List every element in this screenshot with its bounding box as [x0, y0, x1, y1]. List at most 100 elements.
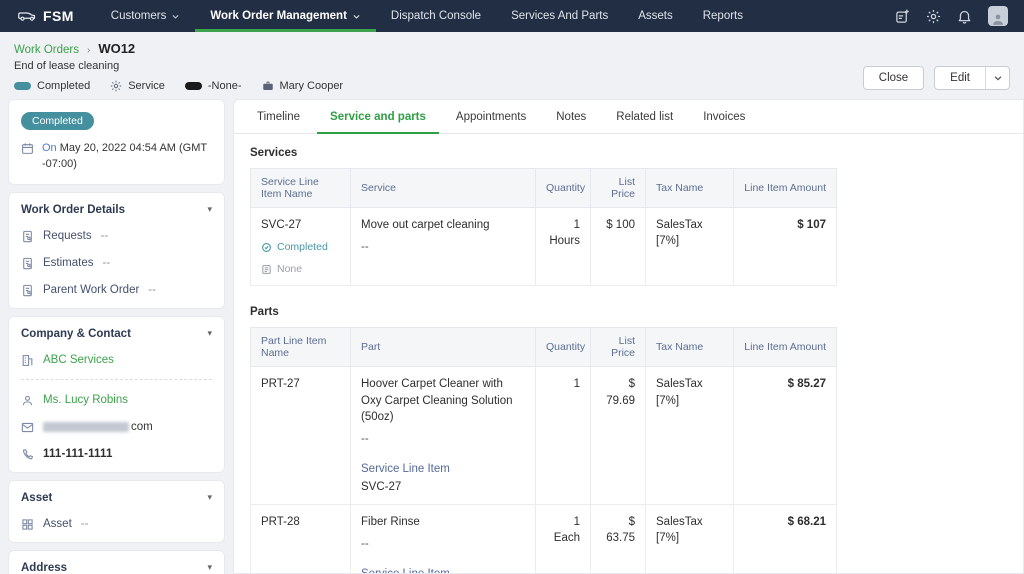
document-icon — [23, 284, 32, 297]
owner-chip-label: Mary Cooper — [279, 80, 344, 92]
collapse-caret-icon[interactable]: ▾ — [207, 493, 212, 502]
service-line-item-name: SVC-27 — [261, 219, 302, 231]
service-line-item-label: Service Line Item — [361, 462, 450, 475]
status-card: Completed On May 20, 2022 04:54 AM (GMT … — [8, 99, 225, 185]
priority-swatch — [184, 82, 202, 90]
app-logo[interactable]: FSM — [10, 8, 82, 24]
scheduled-time-row: On May 20, 2022 04:54 AM (GMT -07:00) — [21, 141, 212, 173]
calendar-icon — [22, 143, 33, 154]
collapse-caret-icon[interactable]: ▾ — [207, 563, 212, 572]
service-note-label: None — [277, 262, 303, 275]
part-row-prt27[interactable]: PRT-27 Hoover Carpet Cleaner with Oxy Ca… — [250, 366, 837, 506]
nav-label: Assets — [638, 10, 673, 22]
briefcase-icon — [262, 81, 273, 90]
tab-service-and-parts[interactable]: Service and parts — [315, 100, 441, 134]
part-row-prt28[interactable]: PRT-28 Fiber Rinse -- Service Line Item … — [250, 504, 837, 573]
note-icon — [262, 264, 271, 274]
services-table: Service Line Item Name Service Quantity … — [250, 168, 837, 287]
chevron-down-icon — [172, 14, 179, 19]
top-navigation-bar: FSM Customers Work Order Management Disp… — [0, 0, 1024, 32]
parts-table: Part Line Item Name Part Quantity List P… — [250, 327, 837, 573]
nav-label: Dispatch Console — [390, 10, 482, 22]
col-service: Service — [350, 168, 536, 208]
service-qty-cell: 1 Hours — [535, 206, 591, 287]
collapse-caret-icon[interactable]: ▾ — [207, 329, 212, 338]
col-tax-name: Tax Name — [645, 327, 734, 368]
document-icon — [23, 230, 32, 243]
tab-appointments[interactable]: Appointments — [441, 100, 541, 133]
tab-notes[interactable]: Notes — [541, 100, 601, 133]
part-desc-cell: Hoover Carpet Cleaner with Oxy Carpet Cl… — [350, 366, 536, 506]
edit-dropdown-toggle[interactable] — [985, 67, 1009, 89]
detail-sidebar: Completed On May 20, 2022 04:54 AM (GMT … — [8, 99, 225, 574]
body-layout: Completed On May 20, 2022 04:54 AM (GMT … — [0, 99, 1024, 574]
services-section-title: Services — [250, 147, 298, 159]
detail-value: -- — [80, 518, 89, 531]
detail-label: Estimates — [43, 257, 94, 270]
tab-invoices[interactable]: Invoices — [688, 100, 760, 133]
card-title: Work Order Details — [21, 203, 125, 216]
compose-icon[interactable] — [895, 9, 910, 24]
part-amount-cell: $ 85.27 — [733, 366, 837, 506]
service-note: None — [261, 262, 340, 277]
col-part: Part — [350, 327, 536, 368]
close-button[interactable]: Close — [862, 66, 925, 90]
nav-item-dispatch-console[interactable]: Dispatch Console — [376, 0, 496, 32]
edit-button[interactable]: Edit — [935, 72, 985, 84]
part-sub: -- — [361, 432, 369, 445]
work-order-summary: End of lease cleaning — [14, 60, 120, 72]
collapse-caret-icon[interactable]: ▾ — [207, 205, 212, 214]
breadcrumb-work-orders-link[interactable]: Work Orders — [14, 44, 79, 56]
person-icon — [22, 395, 33, 406]
service-row-svc27[interactable]: SVC-27 Completed None Move out carpet cl… — [250, 206, 837, 287]
chevron-down-icon — [994, 76, 1001, 81]
tab-timeline[interactable]: Timeline — [242, 100, 315, 133]
asset-row: Asset -- — [21, 518, 212, 531]
nav-item-work-order-management[interactable]: Work Order Management — [195, 0, 376, 32]
parts-table-header: Part Line Item Name Part Quantity List P… — [250, 327, 837, 368]
notifications-bell-icon[interactable] — [957, 9, 972, 24]
nav-item-assets[interactable]: Assets — [623, 0, 688, 32]
nav-item-services-and-parts[interactable]: Services And Parts — [496, 0, 623, 32]
scheduled-prefix: On — [42, 142, 57, 154]
settings-gear-icon[interactable] — [926, 9, 941, 24]
col-service-line-item-name: Service Line Item Name — [250, 168, 351, 208]
tab-related-list[interactable]: Related list — [601, 100, 688, 133]
van-icon — [18, 12, 36, 21]
priority-chip-label: -None- — [207, 80, 242, 92]
refresh-circle-icon — [262, 242, 271, 252]
service-line-item-value: SVC-27 — [361, 480, 402, 493]
part-tax-cell: SalesTax [7%] — [645, 366, 734, 506]
service-price-cell: $ 100 — [590, 206, 646, 287]
service-sub: -- — [361, 241, 369, 254]
nav-item-customers[interactable]: Customers — [96, 0, 196, 32]
company-link[interactable]: ABC Services — [43, 354, 114, 366]
record-header: Work Orders › WO12 End of lease cleaning… — [0, 32, 1024, 99]
card-title: Company & Contact — [21, 327, 131, 340]
nav-item-reports[interactable]: Reports — [688, 0, 758, 32]
phone-row[interactable]: 111-111-1111 — [21, 448, 212, 461]
top-nav-actions — [895, 6, 1014, 26]
status-chip: Completed — [14, 80, 90, 92]
page-title: WO12 — [98, 41, 136, 56]
col-list-price: List Price — [590, 168, 646, 208]
work-order-details-card: Work Order Details ▾ Requests -- Estimat… — [8, 191, 225, 309]
status-chip-label: Completed — [37, 80, 91, 92]
fsm-app-window: FSM Customers Work Order Management Disp… — [0, 0, 1024, 574]
nav-label: Work Order Management — [210, 10, 347, 22]
close-button-label: Close — [878, 72, 909, 84]
email-row[interactable]: com — [21, 421, 212, 434]
building-icon — [22, 354, 33, 366]
status-swatch — [14, 82, 31, 90]
person-icon — [993, 14, 1003, 25]
user-avatar[interactable] — [988, 6, 1008, 26]
detail-row-parent-work-order: Parent Work Order -- — [21, 284, 212, 297]
asset-card: Asset ▾ Asset -- — [8, 479, 225, 543]
document-icon — [23, 257, 32, 270]
services-table-header: Service Line Item Name Service Quantity … — [250, 168, 837, 208]
part-description: Hoover Carpet Cleaner with Oxy Carpet Cl… — [361, 378, 513, 423]
brand-name: FSM — [43, 8, 74, 24]
edit-split-button: Edit — [934, 66, 1010, 90]
service-status-label: Completed — [277, 241, 328, 254]
contact-link[interactable]: Ms. Lucy Robins — [43, 394, 128, 406]
